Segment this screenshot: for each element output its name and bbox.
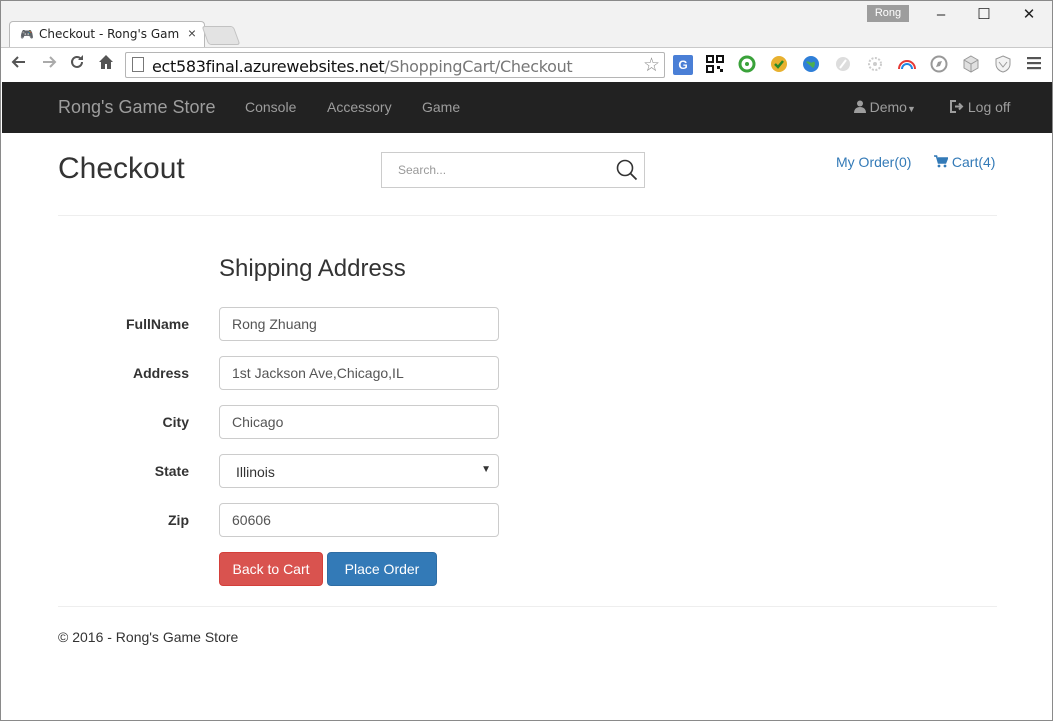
my-order-link[interactable]: My Order(0) bbox=[836, 154, 911, 170]
leaf-swirl-icon[interactable] bbox=[737, 55, 757, 75]
zip-label: Zip bbox=[168, 512, 189, 528]
caret-down-icon: ▼ bbox=[906, 104, 916, 114]
zip-input[interactable] bbox=[219, 503, 499, 537]
footer-divider bbox=[58, 606, 997, 607]
back-arrow-icon[interactable] bbox=[7, 53, 31, 77]
back-to-cart-button[interactable]: Back to Cart bbox=[219, 552, 323, 586]
bookmark-star-icon[interactable]: ☆ bbox=[643, 54, 660, 77]
globe-icon[interactable] bbox=[801, 55, 821, 75]
nav-link-game[interactable]: Game bbox=[422, 99, 460, 115]
cart-link[interactable]: Cart(4) bbox=[934, 154, 995, 170]
maximize-icon[interactable]: ☐ bbox=[969, 5, 999, 25]
rainbow-icon[interactable] bbox=[897, 55, 917, 75]
cart-label: Cart(4) bbox=[951, 154, 996, 170]
site-navbar: Rong's Game Store Console Accessory Game… bbox=[2, 82, 1052, 133]
city-label: City bbox=[162, 414, 189, 430]
address-bar[interactable]: ect583final.azurewebsites.net/ShoppingCa… bbox=[125, 52, 665, 78]
state-select[interactable]: Illinois ▼ bbox=[219, 454, 499, 488]
fullname-input[interactable] bbox=[219, 307, 499, 341]
search-box bbox=[381, 152, 645, 188]
dropdown-arrow-icon: ▼ bbox=[481, 464, 491, 475]
url-text[interactable]: ect583final.azurewebsites.net/ShoppingCa… bbox=[152, 57, 573, 76]
gamepad-icon: 🎮 bbox=[20, 29, 34, 41]
checkmark-gem-icon[interactable] bbox=[769, 55, 789, 75]
search-icon[interactable] bbox=[610, 153, 644, 187]
reload-icon[interactable] bbox=[65, 53, 89, 77]
compass-icon[interactable] bbox=[929, 55, 949, 75]
page-icon bbox=[132, 57, 144, 72]
section-title: Shipping Address bbox=[219, 255, 406, 282]
header-divider bbox=[58, 215, 997, 216]
tab-title: Checkout - Rong's Game S bbox=[39, 27, 179, 41]
logoff-link[interactable]: Log off bbox=[950, 99, 1010, 115]
browser-tab[interactable]: 🎮 Checkout - Rong's Game S × bbox=[9, 21, 205, 47]
tab-close-icon[interactable]: × bbox=[188, 25, 196, 41]
chrome-menu-icon[interactable] bbox=[1025, 55, 1043, 75]
nav-link-accessory[interactable]: Accessory bbox=[327, 99, 392, 115]
browser-window: 🎮 Checkout - Rong's Game S × Rong – ☐ ✕ … bbox=[0, 0, 1053, 721]
close-window-icon[interactable]: ✕ bbox=[1014, 5, 1044, 25]
footer-text: © 2016 - Rong's Game Store bbox=[58, 629, 239, 645]
city-input[interactable] bbox=[219, 405, 499, 439]
user-icon bbox=[854, 100, 870, 115]
search-input[interactable] bbox=[382, 153, 610, 187]
minimize-icon[interactable]: – bbox=[926, 5, 956, 25]
place-order-button[interactable]: Place Order bbox=[327, 552, 437, 586]
translate-icon[interactable]: G bbox=[673, 55, 693, 75]
new-tab-button[interactable] bbox=[201, 26, 241, 45]
state-selected-value: Illinois bbox=[236, 464, 275, 480]
state-label: State bbox=[154, 463, 189, 479]
address-input[interactable] bbox=[219, 356, 499, 390]
user-name: Demo bbox=[869, 99, 907, 115]
gear-flower-icon[interactable] bbox=[865, 55, 885, 75]
cart-icon bbox=[934, 154, 952, 170]
page-title: Checkout bbox=[58, 152, 185, 185]
fullname-label: FullName bbox=[125, 316, 189, 332]
user-menu[interactable]: Demo▼ bbox=[854, 99, 916, 115]
browser-toolbar: ect583final.azurewebsites.net/ShoppingCa… bbox=[1, 47, 1052, 82]
shield-icon[interactable] bbox=[993, 55, 1013, 75]
feather-icon[interactable] bbox=[833, 55, 853, 75]
brand-link[interactable]: Rong's Game Store bbox=[58, 97, 216, 118]
logoff-label: Log off bbox=[967, 99, 1011, 115]
title-bar: 🎮 Checkout - Rong's Game S × Rong – ☐ ✕ bbox=[1, 1, 1052, 47]
home-icon[interactable] bbox=[94, 53, 118, 77]
nav-link-console[interactable]: Console bbox=[245, 99, 296, 115]
forward-arrow-icon[interactable] bbox=[37, 53, 61, 77]
logout-icon bbox=[950, 99, 968, 115]
address-label: Address bbox=[132, 365, 189, 381]
profile-badge[interactable]: Rong bbox=[867, 5, 909, 22]
cube-icon[interactable] bbox=[961, 55, 981, 75]
qr-code-icon[interactable] bbox=[705, 55, 725, 75]
